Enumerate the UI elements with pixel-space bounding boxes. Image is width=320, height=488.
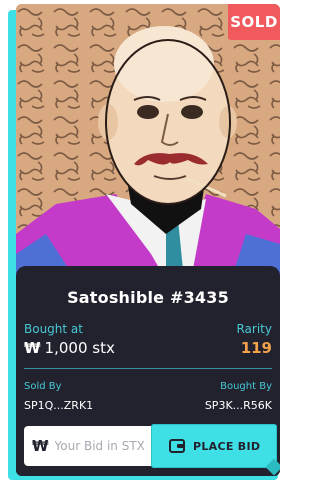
divider — [24, 368, 272, 369]
rarity-label: Rarity — [236, 322, 272, 336]
sold-by-label: Sold By — [24, 381, 62, 392]
bid-input[interactable] — [52, 438, 153, 454]
nft-card[interactable]: SOLD Satoshible #3435 Bought at ₩ 1,000 … — [16, 4, 280, 476]
sold-badge: SOLD — [228, 4, 280, 40]
bought-by-label: Bought By — [220, 381, 272, 392]
stx-icon: ₩ — [32, 437, 49, 455]
nft-artwork-illustration — [16, 4, 280, 280]
nft-info-panel: Satoshible #3435 Bought at ₩ 1,000 stx R… — [16, 266, 280, 476]
sold-by-address[interactable]: SP1Q...ZRK1 — [24, 399, 93, 412]
wallet-icon — [169, 439, 185, 453]
place-bid-label: PLACE BID — [193, 439, 261, 453]
place-bid-button[interactable]: PLACE BID — [151, 424, 277, 468]
bought-by-address[interactable]: SP3K...R56K — [205, 399, 272, 412]
nft-title: Satoshible #3435 — [67, 288, 229, 307]
nft-artwork[interactable]: SOLD — [16, 4, 280, 280]
price-value: ₩ 1,000 stx — [24, 339, 115, 357]
rarity-value: 119 — [240, 339, 272, 357]
price-amount: 1,000 stx — [44, 339, 115, 357]
bought-at-label: Bought at — [24, 322, 83, 336]
bid-field[interactable]: ₩ — [24, 426, 153, 466]
stx-icon: ₩ — [24, 339, 41, 357]
